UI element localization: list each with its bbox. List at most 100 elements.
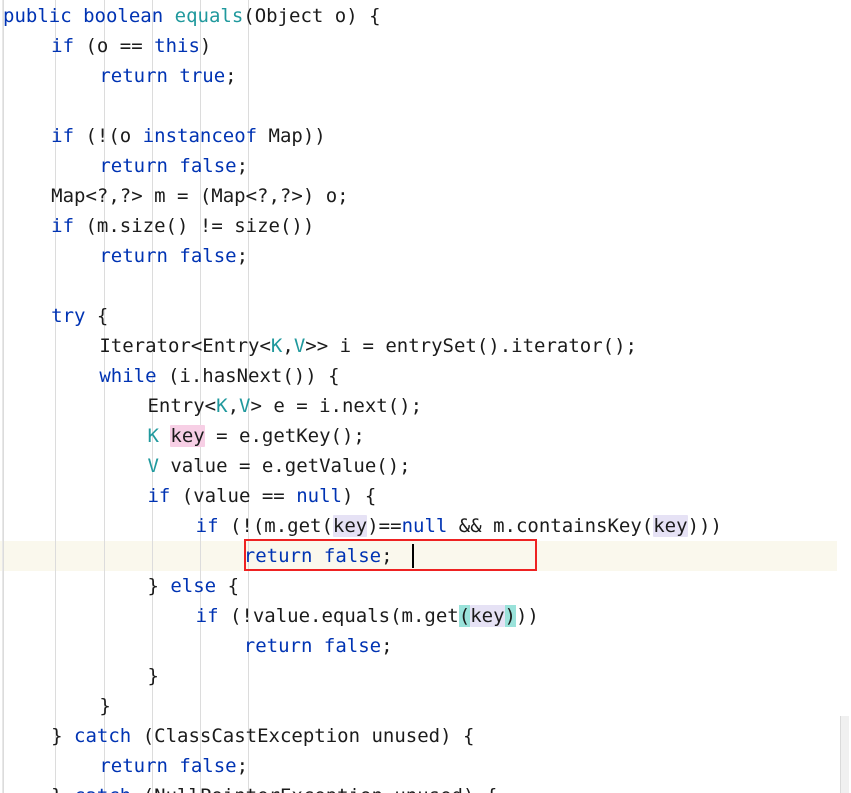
token: K [216,395,228,417]
token: { [216,575,240,597]
token: false [179,155,237,177]
token: if [51,35,75,57]
token: ; [225,65,237,87]
token: false [179,755,237,777]
token: (value == [170,485,297,507]
code-line: K key = e.getKey(); [147,421,365,451]
token: ))) [687,515,722,537]
token: K [147,425,159,447]
code-line: return false; [244,541,393,571]
token: { [85,305,109,327]
token: while [99,365,157,387]
token: if [51,125,75,147]
token: ; [236,155,249,177]
token: V [239,395,251,417]
token: false [323,545,382,567]
token: >> i = entrySet().iterator(); [305,335,637,357]
token: , [227,395,240,417]
token: } [99,695,111,717]
token: (!(o [74,125,143,147]
code-line: return false; [99,751,248,781]
code-line: Iterator<Entry<K,V>> i = entrySet().iter… [99,331,637,361]
token-highlighted: ( [458,605,471,627]
token: (ClassCastException unused) { [131,725,475,747]
code-line: if (!value.equals(m.get(key))) [196,601,539,631]
token: Iterator<Entry< [99,335,271,357]
token: V [293,335,306,357]
token-highlighted: key [170,425,205,447]
token: return [243,635,313,657]
code-text[interactable]: public boolean equals(Object o) {if (o =… [0,0,851,793]
text-caret [412,544,415,568]
token: false [323,635,382,657]
token: Map<?,?> m = (Map<?,?>) o; [51,185,349,207]
token: true [179,65,226,87]
token: > e = i.next(); [250,395,423,417]
token-highlighted: key [653,515,688,537]
token: boolean [83,5,164,27]
token-highlighted: ) [504,605,516,627]
token: if [51,215,75,237]
token: (Object o) { [243,5,381,27]
code-line: if (value == null) { [147,481,376,511]
token: else [170,575,217,597]
code-line: } catch (ClassCastException unused) { [51,721,474,751]
token: ; [236,755,249,777]
token: null [401,515,448,537]
token: ) [199,35,212,57]
token: , [282,335,294,357]
code-line: return true; [99,61,236,91]
token: instanceof [142,125,258,147]
token: (i.hasNext()) { [156,365,340,387]
code-line: if (!(o instanceof Map)) [51,121,326,151]
token: } [147,665,159,687]
token: Entry< [147,395,217,417]
vertical-scrollbar-track[interactable] [837,0,851,793]
token: (NullPointerException unused) { [131,785,498,793]
code-editor-pane[interactable]: public boolean equals(Object o) {if (o =… [0,0,851,793]
token: (!value.equals(m.get [218,605,459,627]
token: K [270,335,283,357]
code-line: V value = e.getValue(); [147,451,410,481]
code-line: public boolean equals(Object o) { [3,1,381,31]
token: public [3,5,72,27]
token: return [99,155,168,177]
token: if [195,605,219,627]
token-highlighted: key [332,515,368,537]
code-line: } catch (NullPointerException unused) { [51,781,497,793]
token: ; [381,545,393,567]
code-line: return false; [99,241,248,271]
token: catch [74,725,132,747]
token: } [51,725,75,747]
token: null [296,485,342,507]
vertical-scrollbar-thumb[interactable] [840,716,849,793]
token-highlighted: key [470,605,505,627]
token: catch [74,785,131,793]
code-line: Entry<K,V> e = i.next(); [147,391,422,421]
token: return [99,755,168,777]
code-line: } else { [147,571,239,601]
token: false [179,245,237,267]
token: equals [174,5,244,27]
token: if [147,485,171,507]
editor-left-rule [2,0,3,793]
code-line: Map<?,?> m = (Map<?,?>) o; [51,181,348,211]
code-line: return false; [244,631,393,661]
token: ; [381,635,393,657]
token: )== [367,515,402,537]
code-line: while (i.hasNext()) { [99,361,339,391]
token: if [195,515,219,537]
token: return [99,245,168,267]
token: )) [515,605,539,627]
token: Map)) [257,125,326,147]
code-line: } [99,691,110,721]
token: (m.size() != size()) [74,215,315,237]
token: && m.containsKey( [447,515,654,537]
